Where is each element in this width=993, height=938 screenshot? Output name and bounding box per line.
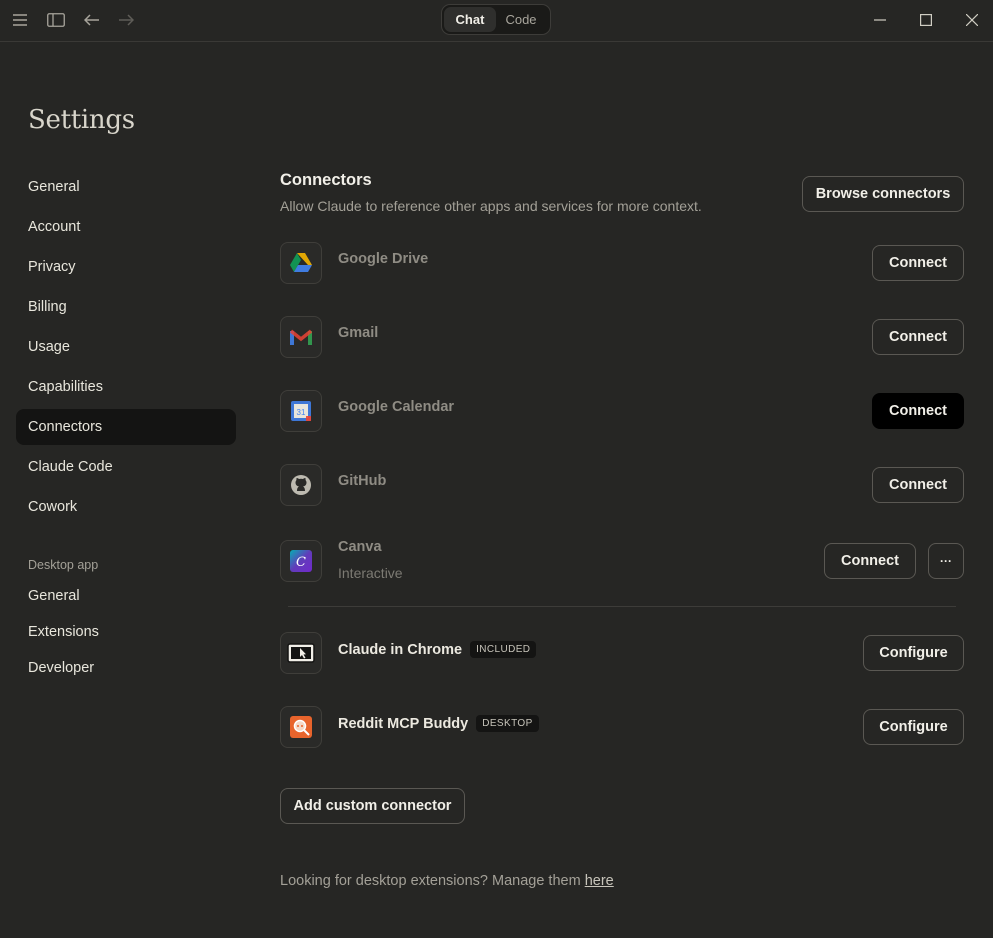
add-custom-connector-button[interactable]: Add custom connector [280,788,465,824]
gmail-icon [280,316,322,358]
toggle-code[interactable]: Code [496,7,546,32]
included-badge: INCLUDED [470,641,537,658]
sidebar-item-privacy[interactable]: Privacy [16,249,236,285]
sidebar-toggle-icon[interactable] [45,9,67,31]
maximize-icon[interactable] [914,8,938,32]
google-drive-icon [280,242,322,284]
reddit-mcp-buddy-label: Reddit MCP Buddy [338,716,469,732]
reddit-search-icon [280,706,322,748]
configure-claude-in-chrome-button[interactable]: Configure [863,635,964,671]
sidebar-item-usage[interactable]: Usage [16,329,236,365]
sidebar-item-account[interactable]: Account [16,209,236,245]
connector-name: Gmail [338,325,379,341]
browse-connectors-button[interactable]: Browse connectors [802,176,964,212]
sidebar-item-developer[interactable]: Developer [16,650,236,686]
menu-icon[interactable] [9,9,31,31]
sidebar-item-billing[interactable]: Billing [16,289,236,325]
connector-subtitle: Interactive [338,565,403,581]
sidebar-item-connectors[interactable]: Connectors [16,409,236,445]
footer-text: Looking for desktop extensions? Manage t… [280,873,614,889]
desktop-app-section-label: Desktop app [28,558,99,572]
sidebar-item-claude-code[interactable]: Claude Code [16,449,236,485]
svg-text:C: C [296,555,306,570]
back-arrow-icon[interactable] [81,9,103,31]
settings-title: Settings [28,105,135,135]
claude-in-chrome-label: Claude in Chrome [338,642,463,658]
page-title: Connectors [280,171,372,189]
github-icon [280,464,322,506]
sidebar-item-desktop-general[interactable]: General [16,578,236,614]
connector-name: Canva [338,539,382,555]
connect-gmail-button[interactable]: Connect [872,319,964,355]
configure-reddit-mcp-buddy-button[interactable]: Configure [863,709,964,745]
connector-name: Reddit MCP Buddy DESKTOP [338,715,539,732]
toggle-chat[interactable]: Chat [444,7,496,32]
canva-more-options-button[interactable]: ··· [928,543,964,579]
connector-name: GitHub [338,473,387,489]
sidebar-item-cowork[interactable]: Cowork [16,489,236,525]
svg-text:31: 31 [297,408,306,417]
connector-name: Google Calendar [338,399,455,415]
divider [288,606,956,607]
connect-google-drive-button[interactable]: Connect [872,245,964,281]
connector-name: Claude in Chrome INCLUDED [338,641,537,658]
footer-prefix: Looking for desktop extensions? Manage t… [280,873,585,889]
minimize-icon[interactable] [868,8,892,32]
chat-code-toggle: Chat Code [441,4,551,35]
google-calendar-icon: 31 [280,390,322,432]
forward-arrow-icon[interactable] [115,9,137,31]
connect-canva-button[interactable]: Connect [824,543,916,579]
title-bar: Chat Code [0,0,993,42]
desktop-badge: DESKTOP [476,715,539,732]
connect-google-calendar-button[interactable]: Connect [872,393,964,429]
canva-icon: C [280,540,322,582]
page-subtitle: Allow Claude to reference other apps and… [280,198,702,214]
sidebar-item-extensions[interactable]: Extensions [16,614,236,650]
close-icon[interactable] [960,8,984,32]
sidebar-item-capabilities[interactable]: Capabilities [16,369,236,405]
footer-here-link[interactable]: here [585,873,614,889]
connector-name: Google Drive [338,251,429,267]
chrome-cursor-icon [280,632,322,674]
sidebar-item-general[interactable]: General [16,169,236,205]
connect-github-button[interactable]: Connect [872,467,964,503]
